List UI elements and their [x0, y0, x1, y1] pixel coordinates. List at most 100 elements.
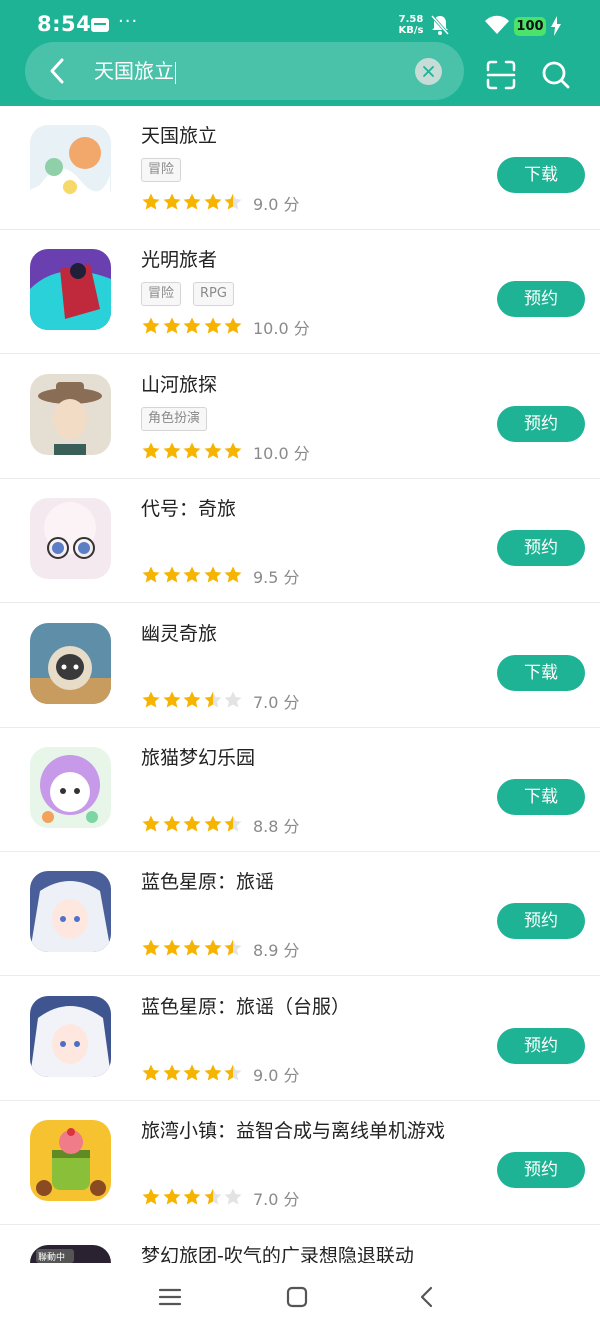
game-title[interactable]: 蓝色星原：旅谣（台服）	[141, 992, 350, 1019]
game-result-row[interactable]: 代号：奇旅 9.5 分 预约	[0, 479, 600, 603]
network-speed-unit: KB/s	[398, 25, 424, 36]
star-icon	[183, 317, 201, 334]
battery-indicator: 100	[514, 17, 546, 36]
game-icon-lanse-xingyuan[interactable]	[30, 871, 111, 952]
star-icon	[183, 691, 201, 708]
game-result-row[interactable]: 光明旅者冒险 RPG 10.0 分 预约	[0, 230, 600, 354]
star-icon	[183, 442, 201, 459]
game-icon-tengoku-tabidachi[interactable]	[30, 125, 111, 206]
star-icon	[183, 1188, 201, 1205]
star-icon	[163, 939, 180, 956]
search-input[interactable]: 天国旅立	[94, 58, 176, 84]
game-icon-daihao-qilv[interactable]	[30, 498, 111, 579]
game-title[interactable]: 山河旅探	[141, 370, 217, 397]
game-title[interactable]: 梦幻旅团-吹气的广录想隐退联动	[141, 1241, 414, 1263]
rating-stars	[141, 938, 244, 958]
reserve-button[interactable]: 预约	[497, 406, 585, 442]
star-icon	[183, 1064, 201, 1081]
rating-stars	[141, 192, 244, 212]
app-header: 8:54 ··· 7.58 KB/s 100 天国旅立	[0, 0, 600, 106]
search-results-list: 天国旅立 冒险 9.0 分下载 光明旅者 冒险 RPG 10.0 分预约 山河旅探 角色扮演 10…	[0, 106, 600, 1263]
reserve-button[interactable]: 预约	[497, 1028, 585, 1064]
rating-score: 9.0 分	[253, 1066, 300, 1085]
download-button[interactable]: 下载	[497, 157, 585, 193]
charging-icon	[551, 16, 561, 36]
recent-apps-menu-icon[interactable]	[158, 1285, 182, 1309]
game-result-row[interactable]: 天国旅立 冒险 9.0 分 下载	[0, 106, 600, 230]
rating-stars	[141, 1063, 244, 1083]
game-result-row[interactable]: 旅猫梦幻乐园 8.8 分 下载	[0, 728, 600, 852]
star-icon	[163, 1064, 180, 1081]
download-button[interactable]: 下载	[497, 779, 585, 815]
search-bar[interactable]	[25, 42, 464, 100]
rating-stars	[141, 1187, 244, 1207]
game-title[interactable]: 代号：奇旅	[141, 494, 236, 521]
scan-icon[interactable]	[486, 60, 516, 90]
star-icon	[142, 566, 160, 583]
download-button[interactable]: 下载	[497, 655, 585, 691]
reserve-button[interactable]: 预约	[497, 903, 585, 939]
star-icon	[142, 442, 160, 459]
text-caret	[175, 61, 176, 84]
game-title[interactable]: 幽灵奇旅	[141, 619, 217, 646]
game-title[interactable]: 光明旅者	[141, 245, 217, 272]
star-icon	[224, 939, 242, 956]
network-speed: 7.58 KB/s	[398, 14, 424, 36]
genre-tag: 冒险	[141, 282, 182, 306]
star-icon	[224, 1188, 242, 1205]
rating-stars	[141, 441, 244, 461]
star-icon	[204, 317, 221, 334]
star-icon	[204, 815, 221, 832]
game-result-row[interactable]: 山河旅探 角色扮演 10.0 分 预约	[0, 355, 600, 479]
rating-stars	[141, 565, 244, 585]
back-arrow-icon[interactable]	[40, 52, 76, 90]
rating-stars	[141, 814, 244, 834]
game-icon-lvmao[interactable]	[30, 747, 111, 828]
game-result-row[interactable]: 幽灵奇旅 7.0 分 下载	[0, 604, 600, 728]
reserve-button[interactable]: 预约	[497, 281, 585, 317]
clear-search-button[interactable]	[415, 58, 442, 85]
game-title[interactable]: 蓝色星原：旅谣	[141, 867, 274, 894]
back-chevron-icon[interactable]	[415, 1285, 439, 1309]
star-icon	[142, 193, 160, 210]
star-icon	[204, 1188, 221, 1205]
game-title[interactable]: 天国旅立	[141, 121, 217, 148]
star-icon	[163, 193, 180, 210]
game-icon-youling-qilv[interactable]	[30, 623, 111, 704]
star-icon	[204, 1064, 221, 1081]
game-result-row[interactable]: 蓝色星原：旅谣（台服） 9.0 分 预约	[0, 977, 600, 1101]
more-notifications-icon: ···	[118, 11, 139, 32]
game-result-row[interactable]: 蓝色星原：旅谣 8.9 分 预约	[0, 852, 600, 976]
game-title[interactable]: 旅猫梦幻乐园	[141, 743, 255, 770]
rating-score: 10.0 分	[253, 319, 310, 338]
network-speed-value: 7.58	[398, 14, 424, 25]
rating-score: 8.8 分	[253, 817, 300, 836]
star-icon	[163, 566, 180, 583]
game-icon-shanhe-lvtan[interactable]	[30, 374, 111, 455]
star-icon	[183, 193, 201, 210]
game-icon-lanse-xingyuan-tw[interactable]	[30, 996, 111, 1077]
genre-tag: RPG	[193, 282, 234, 306]
star-icon	[142, 317, 160, 334]
star-icon	[204, 691, 221, 708]
game-title[interactable]: 旅湾小镇：益智合成与离线单机游戏	[141, 1116, 445, 1143]
star-icon	[224, 193, 242, 210]
game-icon-menghuan-lvtuan[interactable]: 聯動中	[30, 1245, 111, 1263]
game-icon-lvwan-xiaozhen[interactable]	[30, 1120, 111, 1201]
star-icon	[163, 815, 180, 832]
rating-score: 7.0 分	[253, 693, 300, 712]
home-square-icon[interactable]	[285, 1285, 309, 1309]
star-icon	[163, 317, 180, 334]
star-icon	[183, 939, 201, 956]
reserve-button[interactable]: 预约	[497, 1152, 585, 1188]
star-icon	[224, 442, 242, 459]
rating-score: 7.0 分	[253, 1190, 300, 1209]
search-icon[interactable]	[541, 60, 571, 90]
reserve-button[interactable]: 预约	[497, 530, 585, 566]
game-result-row[interactable]: 聯動中 梦幻旅团-吹气的广录想隐退联动	[0, 1226, 600, 1263]
game-result-row[interactable]: 旅湾小镇：益智合成与离线单机游戏 7.0 分 预约	[0, 1101, 600, 1225]
game-icon-guangming-lvzhe[interactable]	[30, 249, 111, 330]
mute-bell-icon	[430, 15, 450, 35]
star-icon	[142, 1188, 160, 1205]
star-icon	[163, 1188, 180, 1205]
